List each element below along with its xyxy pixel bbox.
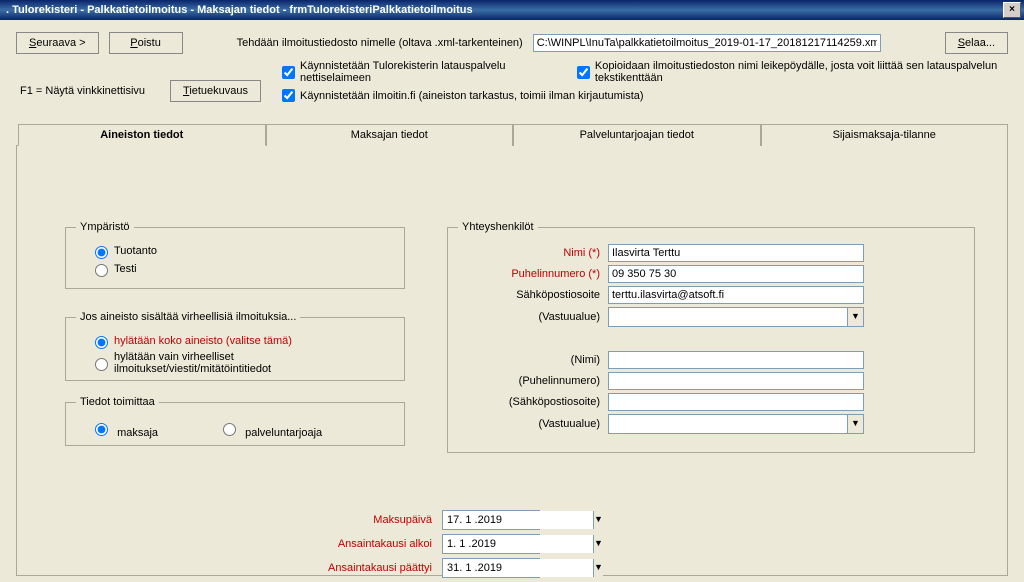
puh2-label: (Puhelinnumero): [458, 375, 608, 387]
maksupaiva-label: Maksupäivä: [292, 514, 442, 526]
filepath-label: Tehdään ilmoitustiedosto nimelle (oltava…: [237, 37, 523, 49]
radio-hylat-vain-row[interactable]: hylätään vain virheelliset ilmoitukset/v…: [90, 351, 394, 375]
vastuu2-combo[interactable]: ▼: [608, 414, 864, 434]
fieldset-ymparisto: Ympäristö Tuotanto Testi: [65, 221, 405, 289]
nimi1-label: Nimi (*): [458, 247, 608, 259]
paattyi-input[interactable]: ▼: [442, 558, 540, 578]
vastuu2-label: (Vastuualue): [458, 418, 608, 430]
legend-ymparisto: Ympäristö: [76, 221, 134, 233]
radio-testi-row[interactable]: Testi: [90, 261, 394, 277]
chk-kopioidaan-box[interactable]: [577, 66, 590, 79]
radio-maksaja-row[interactable]: maksaja: [90, 420, 158, 439]
fieldset-virheelliset: Jos aineisto sisältää virheellisiä ilmoi…: [65, 311, 405, 381]
tab-strip: Aineiston tiedot Maksajan tiedot Palvelu…: [16, 123, 1008, 146]
chevron-down-icon[interactable]: ▼: [593, 559, 603, 577]
chk-ilmoitin-box[interactable]: [282, 89, 295, 102]
window-title: . Tulorekisteri - Palkkatietoilmoitus - …: [3, 4, 1003, 16]
selaa-button[interactable]: Selaa...: [945, 32, 1008, 54]
tab-aineiston-tiedot[interactable]: Aineiston tiedot: [18, 124, 266, 146]
radio-hylat-vain[interactable]: [95, 358, 108, 371]
filepath-input[interactable]: [533, 34, 881, 52]
chk-kopioidaan[interactable]: Kopioidaan ilmoitustiedoston nimi leikep…: [573, 60, 1008, 84]
date-section: Maksupäivä ▼ Ansaintakausi alkoi ▼ Ansai…: [292, 506, 540, 582]
titlebar: . Tulorekisteri - Palkkatietoilmoitus - …: [0, 0, 1024, 20]
chevron-down-icon[interactable]: ▼: [593, 511, 603, 529]
radio-palveluntarjoaja[interactable]: [223, 423, 236, 436]
email1-input[interactable]: [608, 286, 864, 304]
radio-tuotanto[interactable]: [95, 246, 108, 259]
chk-latauspalvelu-box[interactable]: [282, 66, 295, 79]
tab-maksajan-tiedot[interactable]: Maksajan tiedot: [266, 124, 514, 146]
email2-input[interactable]: [608, 393, 864, 411]
vastuu2-input[interactable]: [609, 415, 847, 433]
vastuu1-input[interactable]: [609, 308, 847, 326]
puh1-label: Puhelinnumero (*): [458, 268, 608, 280]
nimi1-input[interactable]: [608, 244, 864, 262]
radio-palveluntarjoaja-row[interactable]: palveluntarjoaja: [218, 420, 322, 439]
puh1-input[interactable]: [608, 265, 864, 283]
legend-yhteyshenkilot: Yhteyshenkilöt: [458, 221, 538, 233]
maksupaiva-input[interactable]: ▼: [442, 510, 540, 530]
fieldset-yhteyshenkilot: Yhteyshenkilöt Nimi (*) Puhelinnumero (*…: [447, 221, 975, 453]
radio-tuotanto-row[interactable]: Tuotanto: [90, 243, 394, 259]
legend-tiedot-toimittaa: Tiedot toimittaa: [76, 396, 159, 408]
chk-ilmoitin[interactable]: Käynnistetään ilmoitin.fi (aineiston tar…: [278, 86, 644, 105]
vastuu1-label: (Vastuualue): [458, 311, 608, 323]
chk-latauspalvelu[interactable]: Käynnistetään Tulorekisterin latauspalve…: [278, 60, 543, 84]
radio-testi[interactable]: [95, 264, 108, 277]
f1-hint: F1 = Näytä vinkkinettisivu: [20, 85, 145, 97]
chevron-down-icon[interactable]: ▼: [847, 308, 863, 326]
tietuekuvaus-button[interactable]: Tietuekuvaus: [170, 80, 261, 102]
radio-hylat-koko[interactable]: [95, 336, 108, 349]
alkoi-input[interactable]: ▼: [442, 534, 540, 554]
poistu-button[interactable]: Poistu: [109, 32, 183, 54]
alkoi-label: Ansaintakausi alkoi: [292, 538, 442, 550]
email1-label: Sähköpostiosoite: [458, 289, 608, 301]
puh2-input[interactable]: [608, 372, 864, 390]
tab-palveluntarjoajan-tiedot[interactable]: Palveluntarjoajan tiedot: [513, 124, 761, 146]
close-icon[interactable]: ×: [1003, 2, 1021, 18]
nimi2-input[interactable]: [608, 351, 864, 369]
vastuu1-combo[interactable]: ▼: [608, 307, 864, 327]
radio-maksaja[interactable]: [95, 423, 108, 436]
seuraava-button[interactable]: Seuraava >: [16, 32, 99, 54]
chevron-down-icon[interactable]: ▼: [847, 415, 863, 433]
radio-hylat-koko-row[interactable]: hylätään koko aineisto (valitse tämä): [90, 333, 394, 349]
email2-label: (Sähköpostiosoite): [458, 396, 608, 408]
legend-virheelliset: Jos aineisto sisältää virheellisiä ilmoi…: [76, 311, 300, 323]
nimi2-label: (Nimi): [458, 354, 608, 366]
tab-body: Ympäristö Tuotanto Testi Jos aineisto si…: [16, 146, 1008, 576]
paattyi-label: Ansaintakausi päättyi: [292, 562, 442, 574]
tab-sijaismaksaja-tilanne[interactable]: Sijaismaksaja-tilanne: [761, 124, 1009, 146]
chevron-down-icon[interactable]: ▼: [593, 535, 603, 553]
fieldset-tiedot-toimittaa: Tiedot toimittaa maksaja palveluntarjoaj…: [65, 396, 405, 446]
